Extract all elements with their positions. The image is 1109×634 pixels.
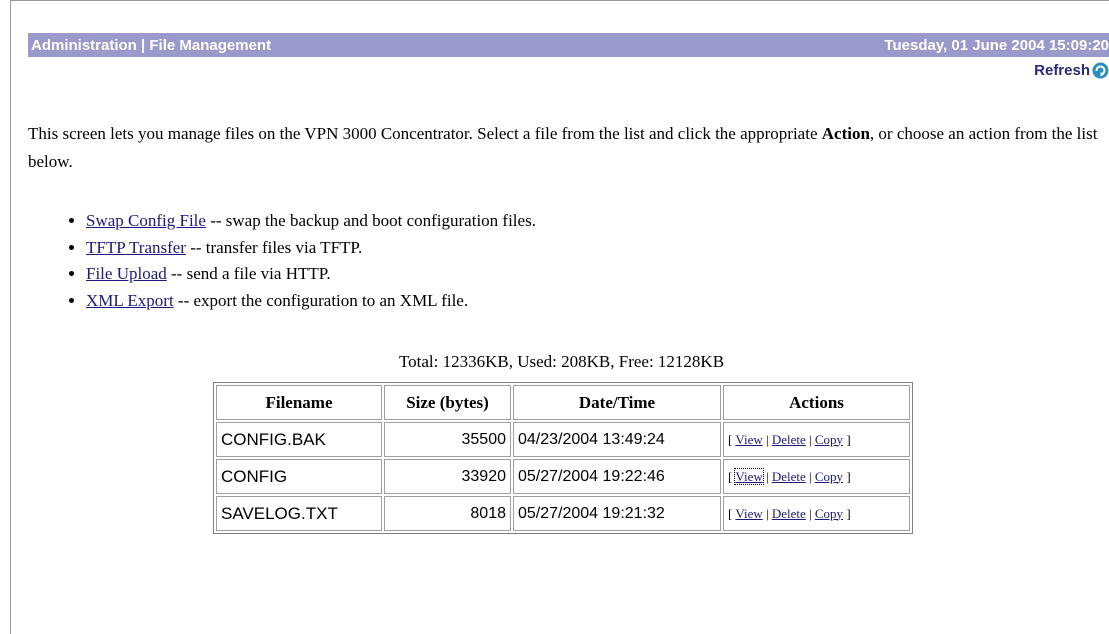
storage-totals: Total: 12336KB, Used: 208KB, Free: 12128… [0, 352, 1109, 372]
table-row: SAVELOG.TXT 8018 05/27/2004 19:21:32 [ V… [216, 496, 910, 531]
delete-link[interactable]: Delete [772, 506, 806, 521]
view-link[interactable]: View [734, 467, 764, 485]
list-item: Swap Config File -- swap the backup and … [86, 208, 536, 235]
actions-cell: [ View | Delete | Copy ] [723, 422, 910, 457]
action-description: -- send a file via HTTP. [166, 264, 331, 283]
column-header-filename: Filename [216, 385, 382, 420]
swap-config-file-link[interactable]: Swap Config File [86, 211, 206, 230]
intro-text-before: This screen lets you manage files on the… [28, 124, 822, 143]
refresh-label[interactable]: Refresh [1034, 62, 1090, 79]
column-header-size: Size (bytes) [384, 385, 511, 420]
datetime-cell: 05/27/2004 19:22:46 [513, 459, 721, 494]
delete-link[interactable]: Delete [772, 432, 806, 447]
separator: | [762, 505, 772, 521]
filename-cell: CONFIG.BAK [216, 422, 382, 457]
copy-link[interactable]: Copy [815, 432, 843, 447]
datetime-cell: 04/23/2004 13:49:24 [513, 422, 721, 457]
view-link[interactable]: View [735, 506, 762, 521]
page-title: Administration | File Management [31, 36, 272, 54]
table-row: CONFIG.BAK 35500 04/23/2004 13:49:24 [ V… [216, 422, 910, 457]
tftp-transfer-link[interactable]: TFTP Transfer [86, 238, 186, 257]
file-table: Filename Size (bytes) Date/Time Actions … [213, 382, 913, 534]
xml-export-link[interactable]: XML Export [86, 291, 174, 310]
intro-paragraph: This screen lets you manage files on the… [28, 120, 1103, 176]
file-upload-link[interactable]: File Upload [86, 264, 167, 283]
action-description: -- export the configuration to an XML fi… [173, 290, 469, 310]
action-description: -- transfer files via TFTP. [185, 237, 363, 257]
bracket-close: ] [843, 468, 851, 484]
separator: | [762, 468, 772, 484]
size-cell: 8018 [384, 496, 511, 531]
title-bar: Administration | File Management Tuesday… [28, 33, 1109, 57]
separator: | [805, 468, 815, 484]
delete-link[interactable]: Delete [772, 469, 806, 484]
size-cell: 35500 [384, 422, 511, 457]
separator: | [805, 505, 815, 521]
view-link[interactable]: View [735, 432, 762, 447]
separator: | [805, 431, 815, 447]
bracket-close: ] [843, 431, 851, 447]
filename-cell: SAVELOG.TXT [216, 496, 382, 531]
copy-link[interactable]: Copy [815, 469, 843, 484]
bracket-close: ] [843, 505, 851, 521]
list-item: File Upload -- send a file via HTTP. [86, 261, 536, 288]
content-frame [10, 0, 1109, 634]
copy-link[interactable]: Copy [815, 506, 843, 521]
action-list: Swap Config File -- swap the backup and … [66, 208, 536, 314]
storage-totals-text: Total: 12336KB, Used: 208KB, Free: 12128… [398, 352, 725, 371]
size-cell: 33920 [384, 459, 511, 494]
table-row: CONFIG 33920 05/27/2004 19:22:46 [ View … [216, 459, 910, 494]
table-header-row: Filename Size (bytes) Date/Time Actions [216, 385, 910, 420]
filename-cell: CONFIG [216, 459, 382, 494]
list-item: TFTP Transfer -- transfer files via TFTP… [86, 235, 536, 262]
separator: | [762, 431, 772, 447]
actions-cell: [ View | Delete | Copy ] [723, 459, 910, 494]
column-header-actions: Actions [723, 385, 910, 420]
actions-cell: [ View | Delete | Copy ] [723, 496, 910, 531]
list-item: XML Export -- export the configuration t… [86, 288, 536, 315]
intro-action-word: Action [821, 124, 870, 143]
column-header-datetime: Date/Time [513, 385, 721, 420]
datetime-cell: 05/27/2004 19:21:32 [513, 496, 721, 531]
current-datetime: Tuesday, 01 June 2004 15:09:20 [884, 36, 1109, 54]
action-description: -- swap the backup and boot configuratio… [205, 211, 536, 230]
refresh-icon[interactable] [1092, 62, 1109, 79]
refresh-link[interactable]: Refresh [1034, 62, 1109, 79]
